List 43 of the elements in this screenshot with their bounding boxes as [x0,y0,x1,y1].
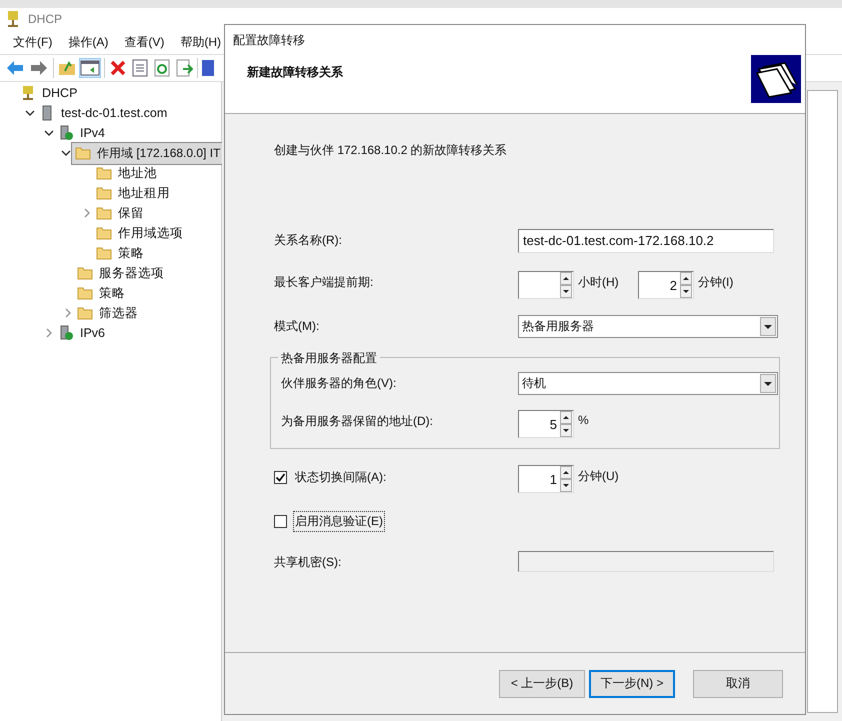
unit-label: 分钟(I) [698,274,734,291]
tree-item[interactable]: 策略 [94,244,147,262]
unit-label: 分钟(U) [578,468,620,485]
wizard-button[interactable]: 下一步(N) > [589,670,675,698]
tree-item[interactable]: 作用域选项 [94,224,186,242]
number-spinner[interactable]: 1 [518,465,574,493]
tree-item[interactable]: 筛选器 [75,304,141,322]
tree-item[interactable]: 服务器选项 [75,264,167,282]
tree-item[interactable]: 地址租用 [94,184,173,202]
field-label: 为备用服务器保留的地址(D): [281,413,434,430]
window-title: DHCP [28,12,62,26]
tree-item[interactable]: 策略 [75,284,128,302]
field-label: 最长客户端提前期: [274,274,374,291]
checkbox-label[interactable]: 启用消息验证(E) [293,511,385,532]
menu-item[interactable]: 操作(A) [68,34,108,50]
wizard-button[interactable]: < 上一步(B) [499,670,585,698]
dropdown[interactable]: 热备用服务器 [518,315,778,338]
menu-item[interactable]: 帮助(H) [180,34,221,50]
tree-item[interactable]: IPv6 [56,324,108,342]
description-text: 创建与伙伴 172.168.10.2 的新故障转移关系 [274,142,508,159]
tree-item[interactable]: DHCP [18,84,80,102]
wizard-button[interactable]: 取消 [693,670,783,698]
tree-item[interactable]: IPv4 [56,124,108,142]
field-label: 共享机密(S): [274,554,342,571]
field-label: 伙伴服务器的角色(V): [281,375,398,392]
dialog-title: 配置故障转移 [232,32,306,49]
checkbox-label[interactable]: 状态切换间隔(A): [293,467,388,488]
tree-item[interactable]: 保留 [94,204,147,222]
tree-item[interactable]: 作用域 [172.168.0.0] IT [71,142,224,164]
tree-item[interactable]: 地址池 [94,164,160,182]
group-title: 热备用服务器配置 [278,350,380,367]
field-label: 模式(M): [274,318,320,335]
text-field[interactable]: test-dc-01.test.com-172.168.10.2 [518,229,774,253]
menu-item[interactable]: 文件(F) [13,34,52,50]
unit-label: % [578,412,590,427]
number-spinner[interactable]: 2 [638,271,694,299]
unit-label: 小时(H) [578,274,620,291]
field-label: 关系名称(R): [274,232,343,249]
dropdown[interactable]: 待机 [518,372,778,395]
number-spinner[interactable]: 5 [518,410,574,438]
menu-item[interactable]: 查看(V) [124,34,164,50]
tree-item[interactable]: test-dc-01.test.com [37,104,170,122]
wizard-heading: 新建故障转移关系 [247,64,343,81]
